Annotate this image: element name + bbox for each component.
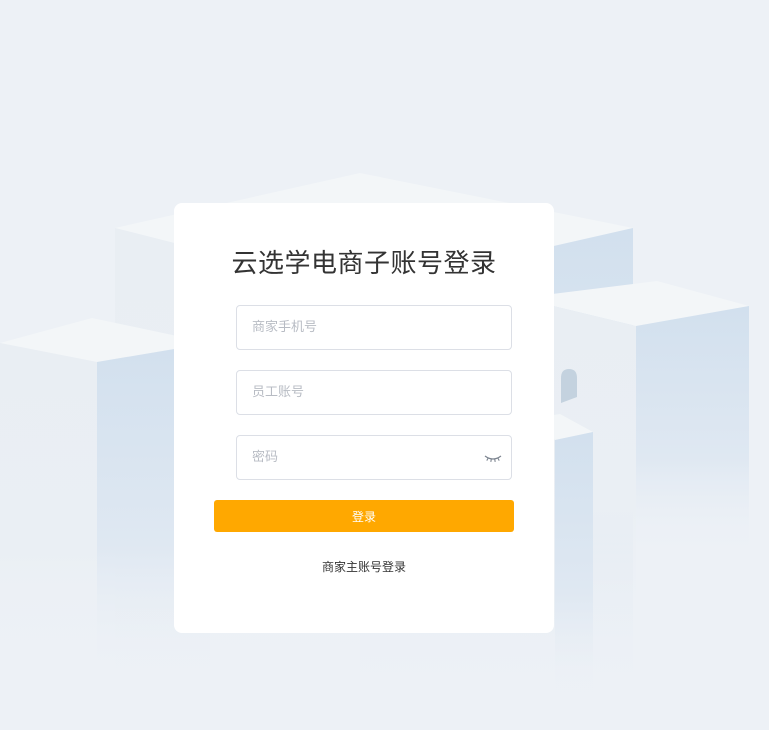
merchant-phone-field bbox=[236, 305, 512, 350]
merchant-phone-input[interactable] bbox=[237, 306, 511, 349]
merchant-main-account-login-link[interactable]: 商家主账号登录 bbox=[174, 559, 554, 575]
staff-account-input[interactable] bbox=[237, 371, 511, 414]
password-input[interactable] bbox=[237, 436, 511, 479]
staff-account-field bbox=[236, 370, 512, 415]
login-title: 云选学电商子账号登录 bbox=[231, 249, 497, 279]
login-card: 云选学电商子账号登录 登录 商家主账号登录 bbox=[174, 203, 554, 633]
eye-closed-icon[interactable] bbox=[484, 450, 502, 464]
login-button[interactable]: 登录 bbox=[214, 500, 514, 532]
password-field bbox=[236, 435, 512, 480]
